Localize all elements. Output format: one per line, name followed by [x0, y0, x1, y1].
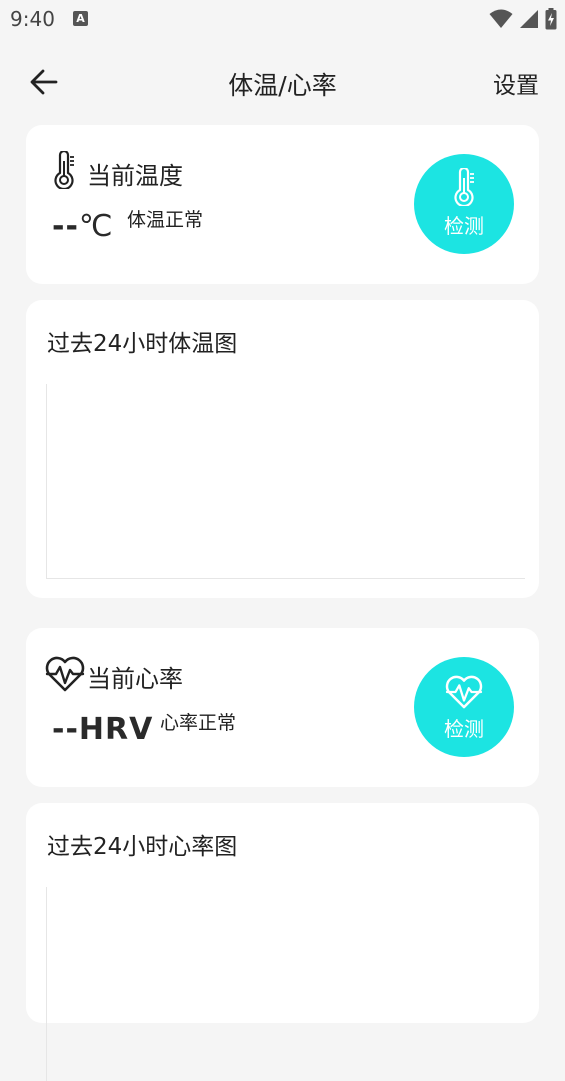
- heart-rate-card: 当前心率 --HRV 心率正常 检测: [26, 628, 539, 787]
- temperature-detect-button[interactable]: 检测: [414, 154, 514, 254]
- temperature-card: 当前温度 --℃ 体温正常 检测: [26, 125, 539, 284]
- temperature-unit: ℃: [78, 209, 114, 244]
- heart-rate-chart-area: [46, 887, 525, 1081]
- thermometer-icon: [454, 168, 474, 206]
- heart-rate-detect-button[interactable]: 检测: [414, 657, 514, 757]
- heart-pulse-icon: [45, 656, 85, 692]
- wifi-icon: [489, 9, 513, 28]
- temperature-chart-card: 过去24小时体温图: [26, 300, 539, 598]
- settings-button[interactable]: 设置: [493, 66, 539, 100]
- temperature-chart-title: 过去24小时体温图: [47, 331, 238, 357]
- temperature-value-text: --: [52, 209, 79, 244]
- notification-icon: A: [73, 11, 88, 26]
- status-icons: [489, 8, 557, 30]
- cell-signal-icon: [520, 10, 538, 28]
- heart-rate-unit: HRV: [78, 712, 154, 747]
- heart-rate-label: 当前心率: [87, 665, 183, 693]
- heart-pulse-icon: [445, 675, 483, 709]
- heart-rate-detect-label: 检测: [444, 717, 484, 741]
- page-title: 体温/心率: [228, 71, 337, 100]
- heart-rate-value-text: --: [52, 712, 79, 747]
- temperature-label: 当前温度: [87, 162, 183, 190]
- thermometer-icon: [54, 151, 74, 189]
- status-time: 9:40: [10, 7, 55, 31]
- temperature-detect-label: 检测: [444, 214, 484, 238]
- temperature-status: 体温正常: [127, 209, 204, 231]
- heart-rate-chart-title: 过去24小时心率图: [47, 834, 238, 860]
- battery-charging-icon: [545, 8, 557, 30]
- heart-rate-status: 心率正常: [160, 712, 237, 734]
- temperature-value: --℃: [52, 209, 114, 244]
- temperature-chart-area: [46, 384, 525, 579]
- app-bar: 体温/心率 设置: [0, 50, 565, 114]
- heart-rate-value: --HRV: [52, 712, 153, 747]
- status-bar: 9:40 A: [0, 0, 565, 38]
- heart-rate-chart-card: 过去24小时心率图: [26, 803, 539, 1081]
